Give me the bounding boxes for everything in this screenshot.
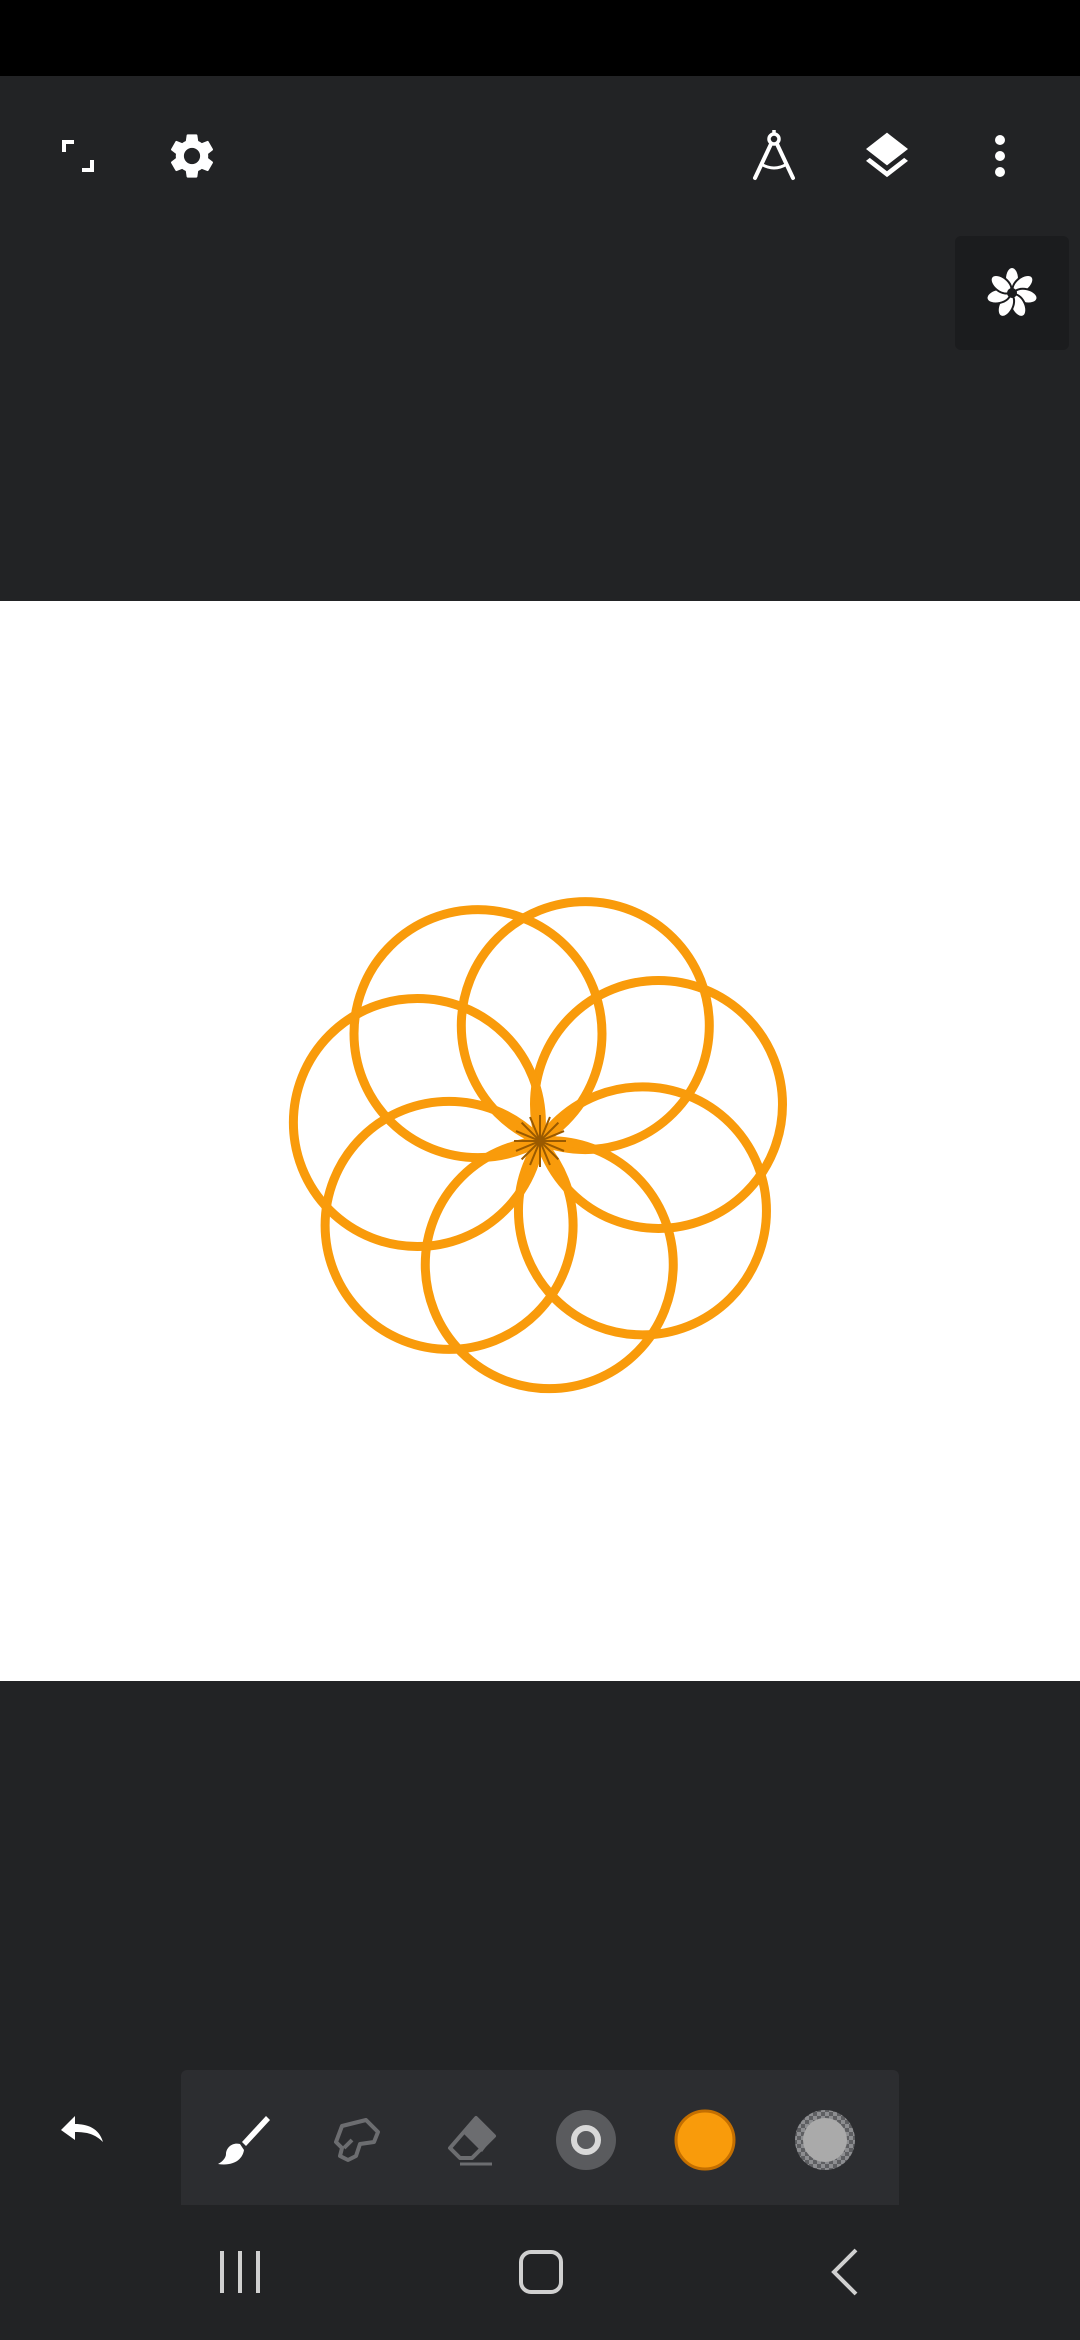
undo-icon — [61, 2116, 103, 2142]
symmetry-button[interactable] — [955, 236, 1069, 350]
opacity-swatch-icon — [795, 2110, 855, 2170]
more-options-button[interactable] — [964, 120, 1036, 192]
layers-icon — [866, 132, 908, 178]
home-icon — [519, 2250, 563, 2294]
spirograph-drawing — [288, 897, 787, 1394]
drawing-canvas[interactable] — [0, 601, 1080, 1681]
flower-symmetry-icon — [985, 266, 1039, 318]
top-toolbar — [0, 76, 1080, 236]
ruler-compass-button[interactable] — [738, 120, 810, 192]
fullscreen-button[interactable] — [42, 120, 114, 192]
symmetry-center — [1007, 288, 1017, 298]
bottom-tool-palette — [181, 2070, 899, 2205]
ruler-compass-icon — [753, 130, 795, 180]
eraser-tool[interactable] — [424, 2092, 520, 2188]
back-button[interactable] — [795, 2227, 895, 2317]
back-icon — [831, 2248, 858, 2296]
recent-apps-icon — [220, 2251, 260, 2293]
brush-icon — [218, 2116, 270, 2165]
opacity-button[interactable] — [777, 2092, 873, 2188]
undo-button[interactable] — [40, 2090, 120, 2170]
smudge-icon — [334, 2118, 380, 2162]
layers-button[interactable] — [851, 120, 923, 192]
more-vert-icon — [995, 135, 1005, 177]
eraser-icon — [448, 2116, 496, 2166]
status-bar — [0, 0, 1080, 76]
system-navigation-bar — [0, 2205, 1080, 2340]
settings-button[interactable] — [156, 120, 228, 192]
recent-apps-button[interactable] — [190, 2227, 290, 2317]
home-button[interactable] — [491, 2227, 591, 2317]
color-picker-button[interactable] — [657, 2092, 753, 2188]
brush-size-icon — [556, 2110, 616, 2170]
brush-size-button[interactable] — [538, 2092, 634, 2188]
brush-tool[interactable] — [196, 2092, 292, 2188]
fullscreen-icon — [62, 140, 94, 172]
smudge-tool[interactable] — [310, 2092, 406, 2188]
settings-icon — [170, 134, 214, 178]
color-swatch-icon — [674, 2109, 736, 2171]
